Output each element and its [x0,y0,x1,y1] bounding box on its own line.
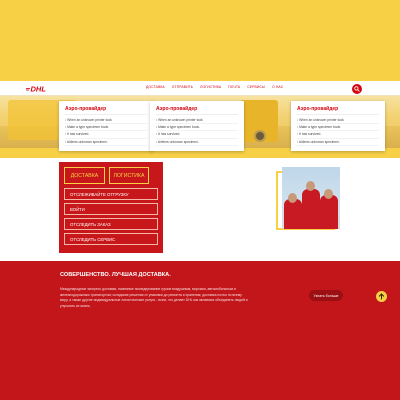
arrow-up-icon [378,293,385,300]
card-list-item: When an unknown printer took [65,117,147,125]
footer-section [0,261,400,400]
nav-item-mail[interactable]: ПОЧТА [228,84,240,91]
svg-text:DHL: DHL [31,85,47,94]
player-head [306,181,315,191]
nav-item-about[interactable]: О НАС [272,84,283,91]
player-figure [284,199,302,229]
search-icon [354,86,360,92]
card-list-item: When an unknown printer took [297,117,379,125]
track-order-link[interactable]: ОТСЛЕДИТЬ ЗАКАЗ [64,218,158,230]
footer-title: СОВЕРШЕНСТВО. ЛУЧШАЯ ДОСТАВКА. [60,272,171,278]
card-title: Аэро-провайдер [65,106,147,115]
card-list-item: Airlines unknown specimen. [297,139,379,146]
card-list-item: Airlines unknown specimen. [156,139,238,146]
nav-item-send[interactable]: ОТПРАВИТЬ [172,84,193,91]
service-card: Аэро-провайдер When an unknown printer t… [291,101,385,151]
card-list-item: Airlines unknown specimen. [65,139,147,146]
card-list: When an unknown printer took Make a type… [297,117,379,146]
card-list: When an unknown printer took Make a type… [65,117,147,146]
top-band [0,0,400,81]
services-tabs: ДОСТАВКА ЛОГИСТИКА [64,167,158,184]
login-link[interactable]: ВОЙТИ [64,203,158,215]
card-list-item: It has survived. [297,131,379,139]
service-card: Аэро-провайдер When an unknown printer t… [59,101,153,151]
player-head [288,193,297,203]
player-figure [320,195,338,229]
card-title: Аэро-провайдер [297,106,379,115]
card-list-item: It has survived. [65,131,147,139]
card-list-item: Make a type specimen book. [65,124,147,132]
track-service-link[interactable]: ОТСЛЕДИТЬ СЕРВИС [64,233,158,245]
team-photo [282,167,340,229]
card-list-item: Make a type specimen book. [156,124,238,132]
learn-more-button[interactable]: Узнать больше [309,290,343,301]
main-nav: ДОСТАВКА ОТПРАВИТЬ ЛОГИСТИКА ПОЧТА СЕРВИ… [146,84,283,91]
card-list-item: When an unknown printer took [156,117,238,125]
card-list-item: It has survived. [156,131,238,139]
truck-illustration [240,100,278,142]
search-button[interactable] [352,84,362,94]
dhl-logo[interactable]: DHL [26,82,50,94]
card-title: Аэро-провайдер [156,106,238,115]
player-head [324,189,333,199]
tab-logistics[interactable]: ЛОГИСТИКА [109,167,149,184]
truck-wheel [254,130,266,142]
scroll-top-button[interactable] [376,291,387,302]
card-list: When an unknown printer took Make a type… [156,117,238,146]
services-panel: ДОСТАВКА ЛОГИСТИКА ОТСЛЕЖИВАЙТЕ ОТГРУЗКУ… [59,162,163,253]
tab-delivery[interactable]: ДОСТАВКА [64,167,105,184]
dhl-logo-icon: DHL [26,85,47,94]
nav-item-services[interactable]: СЕРВИСЫ [247,84,265,91]
track-shipment-link[interactable]: ОТСЛЕЖИВАЙТЕ ОТГРУЗКУ [64,188,158,200]
player-figure [302,189,320,229]
nav-item-delivery[interactable]: ДОСТАВКА [146,84,165,91]
service-card: Аэро-провайдер When an unknown printer t… [150,101,244,151]
card-list-item: Make a type specimen book. [297,124,379,132]
footer-description: Международные экспресс доставки, наземны… [60,287,248,308]
nav-item-logistics[interactable]: ЛОГИСТИКА [200,84,221,91]
